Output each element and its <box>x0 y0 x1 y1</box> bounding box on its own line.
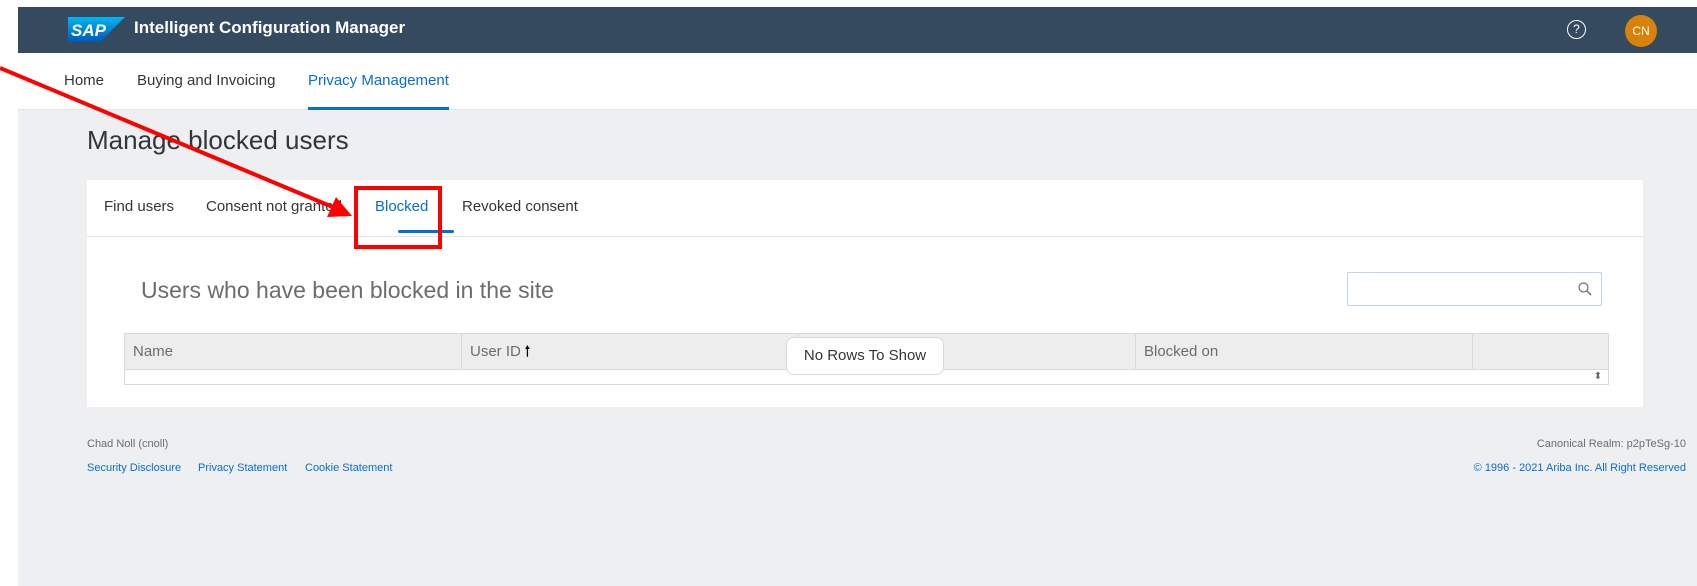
column-header-label: User ID <box>470 343 521 360</box>
column-header-name[interactable]: Name <box>125 334 462 369</box>
sort-ascending-icon: 🠑 <box>524 343 530 359</box>
cookie-statement-link[interactable]: Cookie Statement <box>305 462 392 474</box>
search-input[interactable] <box>1348 273 1584 305</box>
security-disclosure-link[interactable]: Security Disclosure <box>87 462 181 474</box>
tab-revoked-consent[interactable]: Revoked consent <box>462 180 578 236</box>
footer-user: Chad Noll (cnoll) <box>87 438 169 450</box>
privacy-statement-link[interactable]: Privacy Statement <box>198 462 287 474</box>
section-title: Users who have been blocked in the site <box>141 277 554 303</box>
blocked-users-panel: Users who have been blocked in the site … <box>87 237 1643 407</box>
canonical-realm: Canonical Realm: p2pTeSg-10 <box>1536 438 1686 450</box>
column-header-label: Blocked on <box>1144 343 1219 360</box>
column-header-blocked-on[interactable]: Blocked on <box>1136 334 1473 369</box>
no-rows-overlay: No Rows To Show <box>786 337 944 375</box>
vertical-scroll-icon[interactable]: ⬍ <box>1588 370 1608 384</box>
search-icon[interactable] <box>1577 281 1593 297</box>
column-header-label: Name <box>133 343 174 360</box>
column-header-user-id[interactable]: User ID 🠑 <box>462 334 799 369</box>
copyright: © 1996 - 2021 Ariba Inc. All Right Reser… <box>1473 462 1686 474</box>
search-box <box>1347 272 1602 306</box>
user-avatar[interactable]: CN <box>1625 15 1657 47</box>
help-icon[interactable]: ? <box>1567 20 1586 39</box>
annotation-highlight-box <box>354 186 442 249</box>
